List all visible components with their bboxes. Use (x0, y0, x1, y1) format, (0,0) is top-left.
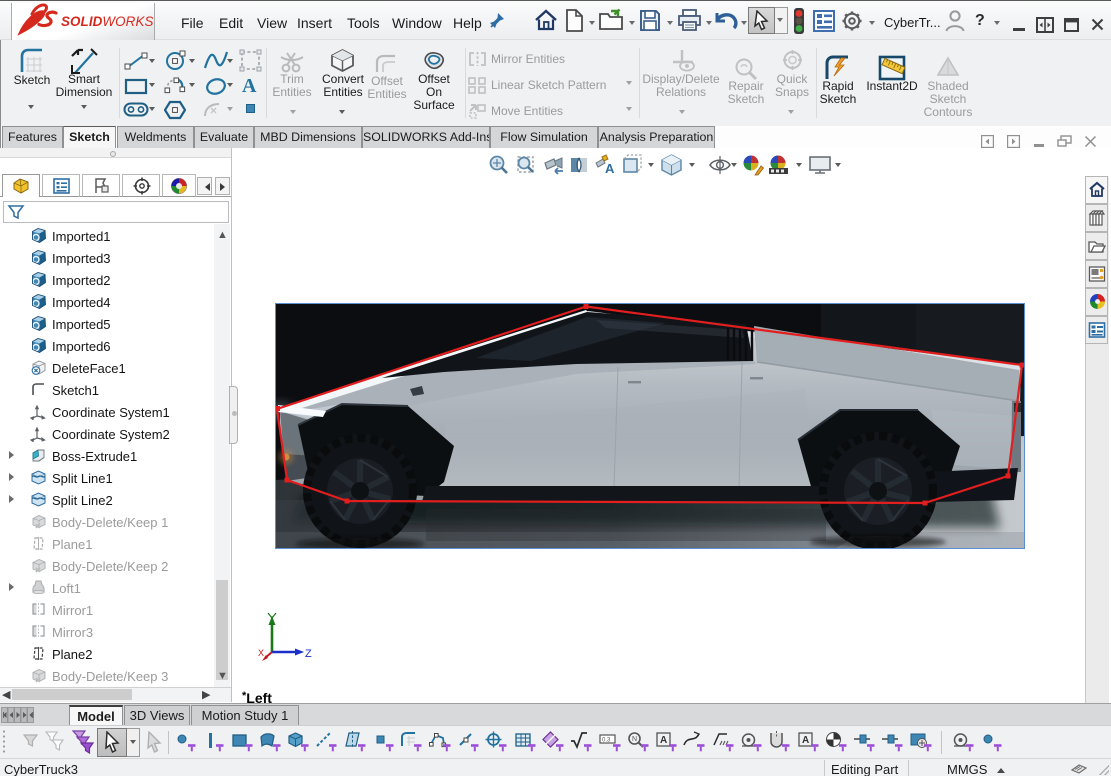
svg-text:A: A (660, 735, 667, 746)
svg-text:SOLIDWORKS: SOLIDWORKS (61, 14, 154, 29)
svg-text:A: A (802, 735, 809, 746)
svg-text:A: A (605, 161, 615, 176)
svg-text:X: X (258, 648, 264, 658)
svg-text:0.3: 0.3 (602, 738, 611, 744)
svg-text:N: N (632, 736, 637, 743)
svg-text:Z: Z (305, 648, 312, 660)
